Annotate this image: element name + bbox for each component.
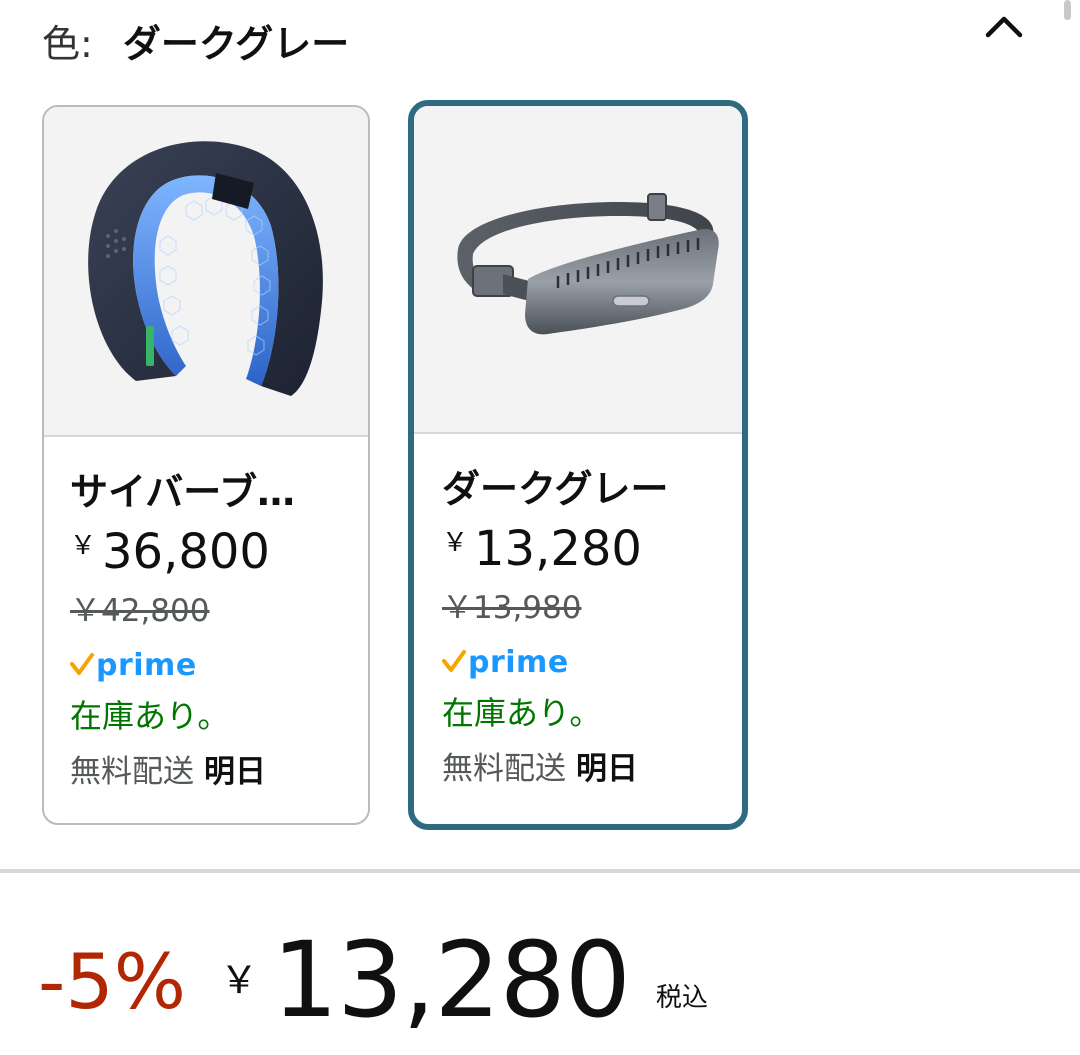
delivery-label: 無料配送 xyxy=(70,754,194,790)
tax-included-label: 税込 xyxy=(655,983,708,1013)
currency-symbol: ￥ xyxy=(220,958,259,1002)
delivery-date: 明日 xyxy=(576,751,638,787)
variant-image-area xyxy=(44,107,368,437)
discount-percentage: -5% xyxy=(38,937,186,1026)
selected-color-name: ダークグレー xyxy=(122,21,350,66)
variant-price: ￥ 13,280 xyxy=(442,520,742,578)
prime-check-icon xyxy=(70,653,94,675)
prime-label: prime xyxy=(468,644,569,680)
price-value: 13,280 xyxy=(474,521,642,577)
prime-label: prime xyxy=(96,647,197,683)
prime-check-icon xyxy=(442,650,466,672)
delivery-date: 明日 xyxy=(204,754,266,790)
current-price: 13,280 xyxy=(272,919,631,1041)
variant-title: サイバーブ… xyxy=(70,470,295,514)
stock-status: 在庫あり。 xyxy=(70,697,230,735)
scrollbar[interactable] xyxy=(1064,0,1071,20)
currency-symbol: ￥ xyxy=(70,531,97,561)
stock-status: 在庫あり。 xyxy=(442,694,602,732)
chevron-up-icon xyxy=(985,16,1023,38)
waist-belt-fan-image xyxy=(457,193,719,335)
variant-details: ダークグレー ￥ 13,280 ￥13,980 prime 在庫あり。 無料配送… xyxy=(414,434,742,794)
collapse-button[interactable] xyxy=(980,6,1028,46)
variant-title: ダークグレー xyxy=(442,467,669,511)
prime-badge: prime xyxy=(70,645,368,685)
list-price: ￥42,800 xyxy=(70,593,210,629)
price-value: 36,800 xyxy=(102,524,270,580)
currency-symbol: ￥ xyxy=(442,528,469,558)
color-label: 色: xyxy=(42,21,93,66)
variant-card-dark-gray[interactable]: ダークグレー ￥ 13,280 ￥13,980 prime 在庫あり。 無料配送… xyxy=(408,100,748,830)
section-divider xyxy=(0,869,1080,873)
prime-badge: prime xyxy=(442,642,742,682)
variant-selector-page: 色: ダークグレー サイバーブ… ￥ 36,800 ￥42,800 prime … xyxy=(0,0,1080,1055)
variant-image-area xyxy=(414,106,742,434)
variant-card-cyber-blue[interactable]: サイバーブ… ￥ 36,800 ￥42,800 prime 在庫あり。 無料配送… xyxy=(42,105,370,825)
price-summary: -5% ￥ 13,280 税込 xyxy=(38,925,708,1045)
variant-price: ￥ 36,800 xyxy=(70,523,368,581)
color-selector-header: 色: ダークグレー xyxy=(42,12,349,68)
delivery-info: 無料配送 明日 xyxy=(70,747,368,797)
list-price: ￥13,980 xyxy=(442,590,582,626)
variant-details: サイバーブ… ￥ 36,800 ￥42,800 prime 在庫あり。 無料配送… xyxy=(44,437,368,797)
delivery-label: 無料配送 xyxy=(442,751,566,787)
delivery-info: 無料配送 明日 xyxy=(442,744,742,794)
neck-cooler-image xyxy=(88,141,323,396)
